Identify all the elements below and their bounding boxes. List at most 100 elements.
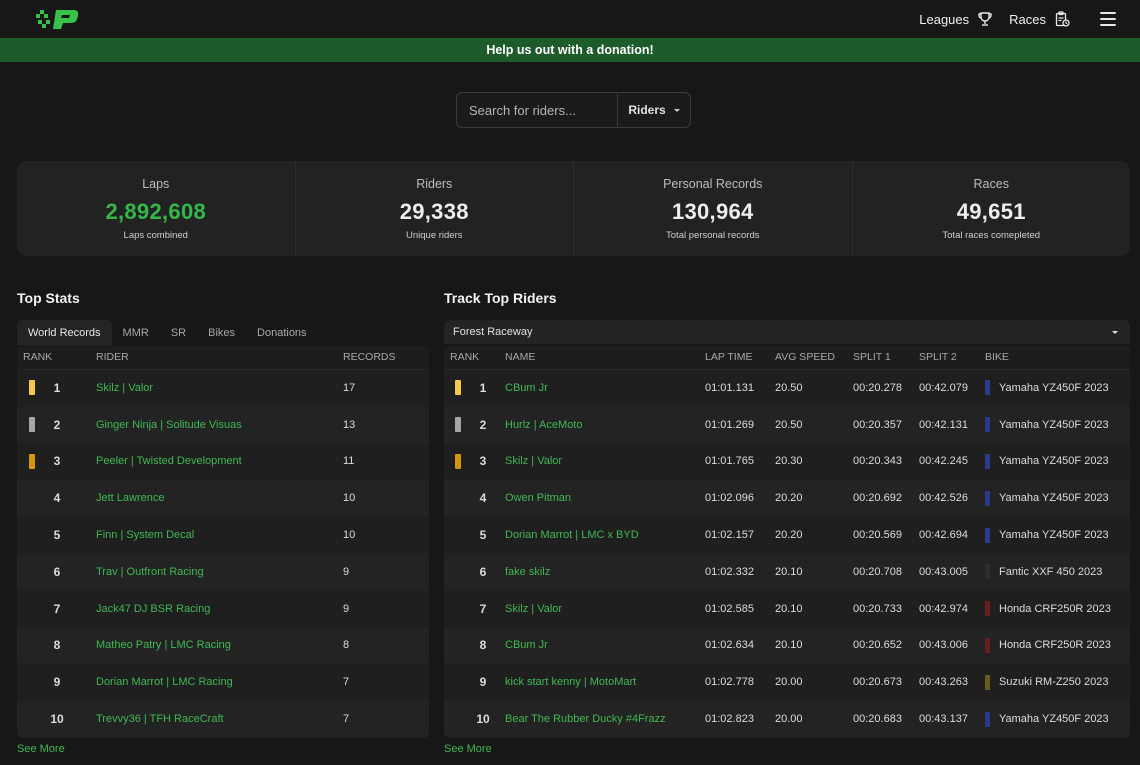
avg-speed-cell: 20.00 [775, 713, 803, 726]
tab-bikes[interactable]: Bikes [197, 320, 246, 345]
rider-link[interactable]: Skilz | Valor [96, 382, 153, 394]
rider-link[interactable]: Ginger Ninja | Solitude Visuas [96, 419, 242, 431]
avg-speed-cell: 20.10 [775, 639, 803, 652]
clipboard-clock-icon [1055, 11, 1070, 27]
rider-link[interactable]: Jack47 DJ BSR Racing [96, 603, 210, 615]
rider-link[interactable]: CBum Jr [505, 382, 548, 394]
track-select-dropdown[interactable]: Forest Raceway [444, 320, 1130, 344]
rider-link[interactable]: Dorian Marrot | LMC Racing [96, 676, 233, 688]
table-row[interactable]: 6 Trav | Outfront Racing 9 [17, 553, 429, 591]
rider-cell: Trav | Outfront Racing [96, 566, 343, 578]
rank-number: 9 [479, 675, 487, 690]
records-cell: 7 [343, 713, 350, 726]
rider-cell: Finn | System Decal [96, 529, 343, 541]
rank-medal-marker [455, 638, 461, 653]
bike-cell: Yamaha YZ450F 2023 [985, 490, 1125, 506]
records-cell: 8 [343, 639, 350, 652]
rank-medal-marker [29, 380, 35, 396]
table-row[interactable]: 3 Skilz | Valor 01:01.765 20.30 00:20.34… [444, 443, 1130, 481]
table-row[interactable]: 9 kick start kenny | MotoMart 01:02.778 … [444, 664, 1130, 702]
rider-link[interactable]: Skilz | Valor [505, 603, 562, 615]
table-row[interactable]: 3 Peeler | Twisted Development 11 [17, 443, 429, 481]
track-top-see-more-link[interactable]: See More [444, 743, 492, 755]
rider-link[interactable]: CBum Jr [505, 639, 548, 651]
rank-medal-marker [455, 380, 461, 396]
table-row[interactable]: 9 Dorian Marrot | LMC Racing 7 [17, 664, 429, 702]
table-row[interactable]: 1 CBum Jr 01:01.131 20.50 00:20.278 00:4… [444, 370, 1130, 407]
table-row[interactable]: 10 Bear The Rubber Ducky #4Frazz 01:02.8… [444, 701, 1130, 738]
rider-link[interactable]: Dorian Marrot | LMC x BYD [505, 529, 639, 541]
nav-leagues[interactable]: Leagues [919, 11, 993, 27]
top-stats-see-more-link[interactable]: See More [17, 743, 65, 755]
table-row[interactable]: 2 Ginger Ninja | Solitude Visuas 13 [17, 406, 429, 444]
split-1-cell: 00:20.652 [853, 639, 902, 652]
split-2-cell: 00:42.694 [919, 529, 968, 542]
donation-banner-text: Help us out with a donation! [486, 43, 654, 57]
rider-link[interactable]: Owen Pitman [505, 492, 571, 504]
donation-banner[interactable]: Help us out with a donation! [0, 38, 1140, 62]
table-row[interactable]: 5 Finn | System Decal 10 [17, 517, 429, 554]
col-records: RECORDS [343, 351, 396, 363]
table-row[interactable]: 7 Skilz | Valor 01:02.585 20.10 00:20.73… [444, 590, 1130, 628]
app-logo[interactable] [34, 6, 80, 32]
rank-cell: 4 [17, 491, 96, 506]
hamburger-menu-icon[interactable] [1100, 12, 1116, 26]
rank-number: 5 [479, 528, 487, 543]
col-rider: RIDER [96, 351, 129, 363]
rider-link[interactable]: Trevvy36 | TFH RaceCraft [96, 713, 224, 725]
table-row[interactable]: 6 fake skilz 01:02.332 20.10 00:20.708 0… [444, 553, 1130, 591]
rider-link[interactable]: Skilz | Valor [505, 455, 562, 467]
rider-link[interactable]: Trav | Outfront Racing [96, 566, 204, 578]
bike-color-swatch [985, 711, 990, 727]
world-records-table: RANK RIDER RECORDS 1 Skilz | Valor 17 2 … [17, 345, 429, 738]
tab-donations[interactable]: Donations [246, 320, 318, 345]
rider-cell: Skilz | Valor [96, 382, 343, 394]
bike-color-swatch [985, 417, 990, 433]
col-lap-time: LAP TIME [705, 351, 753, 363]
nav-races-label: Races [1009, 11, 1046, 27]
records-cell: 11 [343, 455, 355, 468]
rider-cell: Ginger Ninja | Solitude Visuas [96, 419, 343, 431]
records-cell: 7 [343, 676, 350, 689]
trophy-icon [978, 12, 992, 26]
bike-color-swatch [985, 564, 990, 580]
search-input[interactable] [457, 93, 617, 127]
rank-medal-marker [29, 601, 35, 616]
tab-mmr[interactable]: MMR [112, 320, 160, 345]
rider-link[interactable]: Bear The Rubber Ducky #4Frazz [505, 713, 666, 725]
split-2-cell: 00:42.245 [919, 455, 968, 468]
nav-races[interactable]: Races [1009, 11, 1070, 27]
rider-link[interactable]: Jett Lawrence [96, 492, 164, 504]
bike-color-swatch [985, 490, 990, 506]
stat-label: Personal Records [663, 177, 763, 191]
table-row[interactable]: 5 Dorian Marrot | LMC x BYD 01:02.157 20… [444, 517, 1130, 554]
bike-cell: Yamaha YZ450F 2023 [985, 453, 1125, 469]
rider-link[interactable]: fake skilz [505, 566, 550, 578]
tab-world-records[interactable]: World Records [17, 320, 112, 345]
split-1-cell: 00:20.357 [853, 418, 902, 431]
rider-link[interactable]: Hurlz | AceMoto [505, 419, 582, 431]
table-row[interactable]: 2 Hurlz | AceMoto 01:01.269 20.50 00:20.… [444, 406, 1130, 444]
table-row[interactable]: 8 CBum Jr 01:02.634 20.10 00:20.652 00:4… [444, 627, 1130, 665]
rider-link[interactable]: Finn | System Decal [96, 529, 194, 541]
top-stats-tabs: World Records MMR SR Bikes Donations [17, 320, 318, 345]
table-row[interactable]: 4 Owen Pitman 01:02.096 20.20 00:20.692 … [444, 480, 1130, 518]
rank-cell: 8 [444, 638, 505, 653]
rank-medal-marker [455, 712, 461, 727]
search-type-dropdown[interactable]: Riders [617, 93, 690, 127]
records-cell: 10 [343, 492, 356, 505]
rider-link[interactable]: kick start kenny | MotoMart [505, 676, 636, 688]
rider-link[interactable]: Peeler | Twisted Development [96, 455, 242, 467]
table-row[interactable]: 4 Jett Lawrence 10 [17, 480, 429, 518]
table-row[interactable]: 8 Matheo Patry | LMC Racing 8 [17, 627, 429, 665]
rank-medal-marker [29, 417, 35, 433]
table-row[interactable]: 7 Jack47 DJ BSR Racing 9 [17, 590, 429, 628]
records-cell: 9 [343, 565, 350, 578]
table-row[interactable]: 1 Skilz | Valor 17 [17, 370, 429, 407]
rider-link[interactable]: Matheo Patry | LMC Racing [96, 639, 231, 651]
split-2-cell: 00:43.137 [919, 713, 968, 726]
tab-sr[interactable]: SR [160, 320, 197, 345]
track-top-riders-title: Track Top Riders [444, 290, 557, 306]
table-row[interactable]: 10 Trevvy36 | TFH RaceCraft 7 [17, 701, 429, 738]
rank-medal-marker [29, 638, 35, 653]
